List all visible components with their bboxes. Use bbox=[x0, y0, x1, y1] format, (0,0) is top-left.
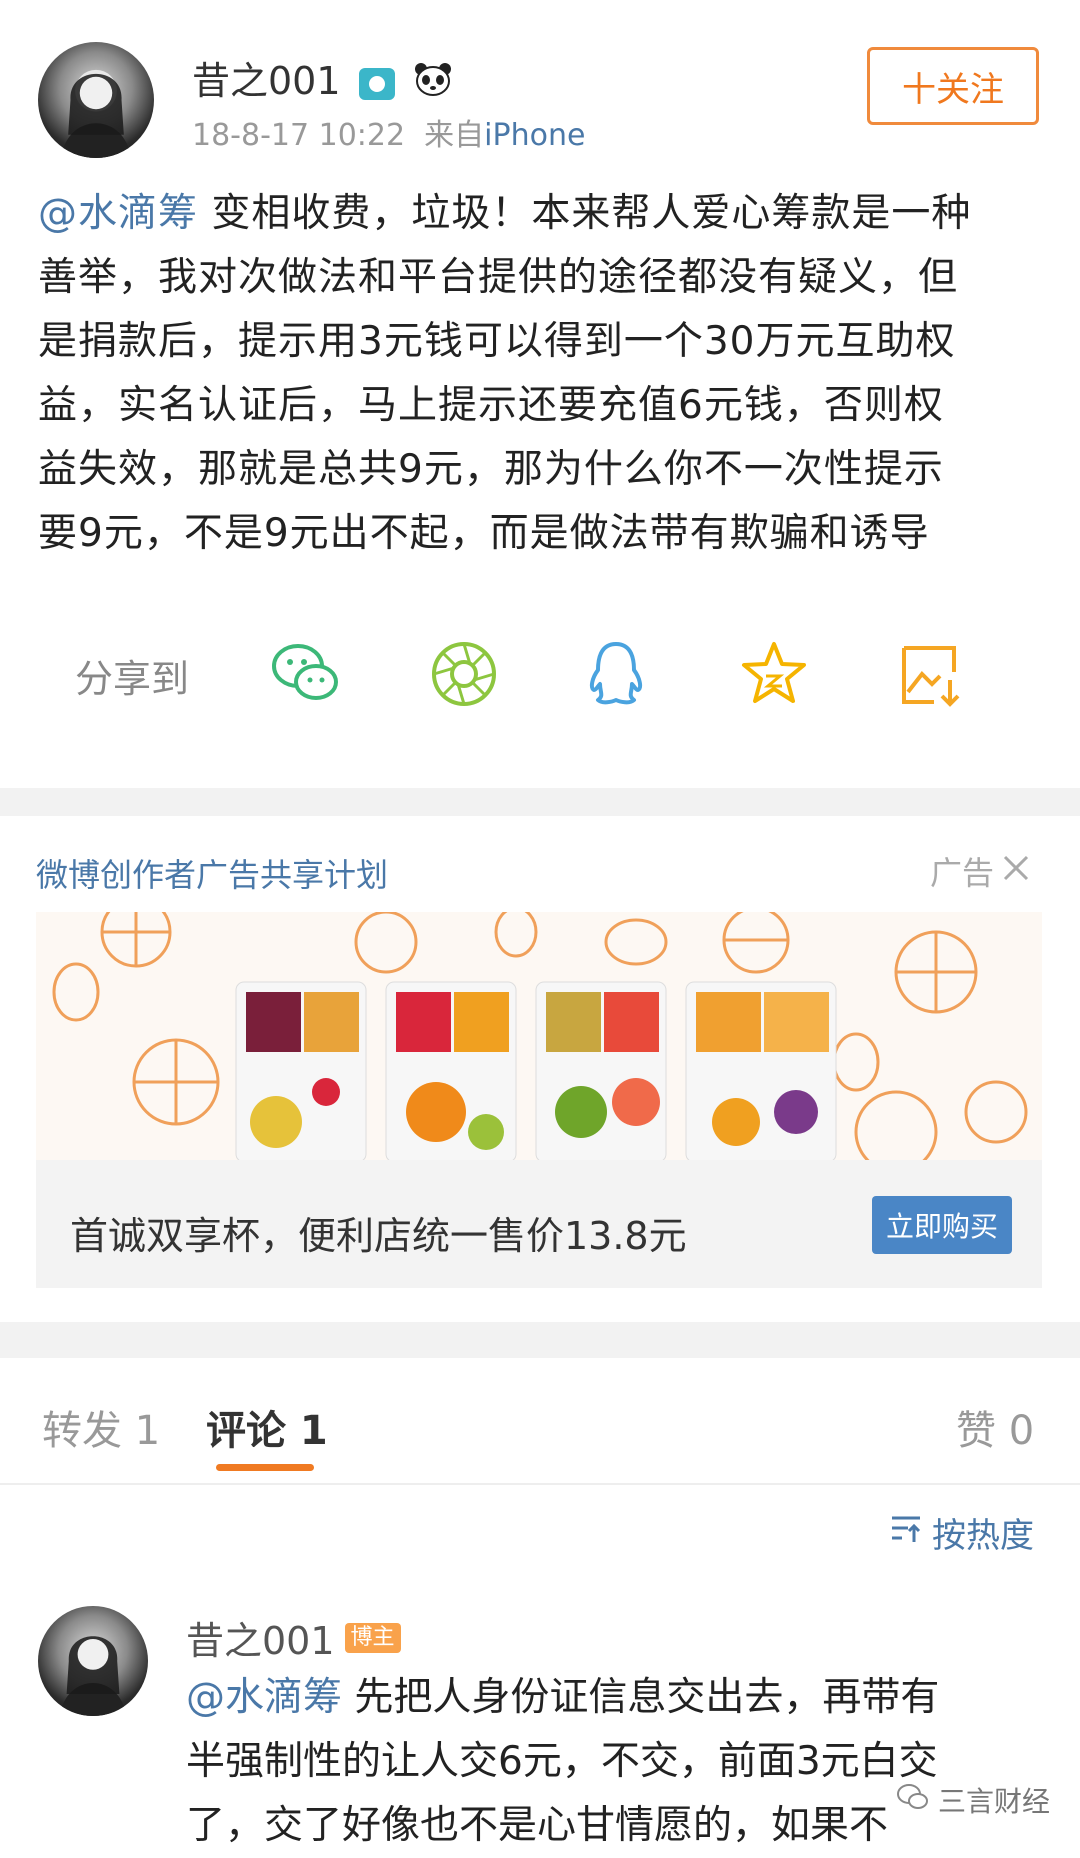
post-line: 要9元，不是9元出不起，而是做法带有欺骗和诱导 bbox=[38, 511, 930, 556]
ad-banner-image[interactable] bbox=[36, 912, 1042, 1160]
post-mention-link[interactable]: @水滴筹 bbox=[38, 191, 198, 236]
panda-badge-icon bbox=[413, 61, 453, 106]
save-image-icon[interactable] bbox=[894, 636, 970, 712]
sort-by-hot-button[interactable]: 按热度 bbox=[890, 1508, 1034, 1557]
post-timestamp: 18-8-17 10:22 bbox=[192, 118, 406, 153]
post-line: 是捐款后，提示用3元钱可以得到一个30万元互助权 bbox=[38, 319, 956, 364]
tab-comment[interactable]: 评论 1 bbox=[206, 1398, 328, 1456]
post-line: 变相收费，垃圾！本来帮人爱心筹款是一种 bbox=[198, 191, 972, 236]
comment-line: 半强制性的让人交6元，不交，前面3元白交 bbox=[186, 1739, 938, 1784]
tab-comment-label: 评论 1 bbox=[206, 1408, 328, 1454]
tab-repost-label: 转发 1 bbox=[42, 1408, 161, 1454]
post-line: 益失效，那就是总共9元，那为什么你不一次性提示 bbox=[38, 447, 944, 492]
section-divider bbox=[0, 788, 1080, 816]
active-tab-indicator bbox=[216, 1464, 314, 1471]
tab-repost[interactable]: 转发 1 bbox=[42, 1398, 160, 1456]
tab-like[interactable]: 赞 0 bbox=[956, 1398, 1034, 1456]
sort-icon bbox=[890, 1513, 922, 1553]
moments-icon[interactable] bbox=[426, 636, 502, 712]
author-avatar[interactable] bbox=[38, 42, 154, 158]
comment-line: 了，交了好像也不是心甘情愿的，如果不 bbox=[186, 1803, 889, 1848]
ad-program-title[interactable]: 微博创作者广告共享计划 bbox=[36, 850, 388, 896]
watermark-text: 三言财经 bbox=[938, 1785, 1051, 1818]
buy-now-button[interactable]: 立即购买 bbox=[872, 1196, 1012, 1254]
post-line: 益，实名认证后，马上提示还要充值6元钱，否则权 bbox=[38, 383, 944, 428]
close-icon[interactable] bbox=[1002, 852, 1030, 890]
commenter-avatar[interactable] bbox=[38, 1606, 148, 1716]
section-divider bbox=[0, 1322, 1080, 1358]
follow-button[interactable]: 十关注 bbox=[867, 47, 1039, 125]
post-meta: 18-8-17 10:22 来自iPhone bbox=[192, 110, 585, 154]
comment-body: @水滴筹 先把人身份证信息交出去，再带有 半强制性的让人交6元，不交，前面3元白… bbox=[186, 1666, 1026, 1858]
follow-label: 十关注 bbox=[902, 69, 1004, 110]
share-label: 分享到 bbox=[75, 657, 190, 701]
author-name-text[interactable]: 昔之001 bbox=[192, 59, 341, 103]
camera-badge-icon bbox=[358, 67, 395, 100]
commenter-name-text[interactable]: 昔之001 bbox=[186, 1610, 335, 1665]
wechat-logo-icon bbox=[896, 1782, 930, 1819]
buy-now-label: 立即购买 bbox=[885, 1210, 998, 1243]
author-name[interactable]: 昔之001 bbox=[192, 50, 453, 106]
post-body: @水滴筹 变相收费，垃圾！本来帮人爱心筹款是一种 善举，我对次做法和平台提供的途… bbox=[38, 182, 1048, 566]
post-line: 善举，我对次做法和平台提供的途径都没有疑义，但 bbox=[38, 255, 959, 300]
comment-mention-link[interactable]: @水滴筹 bbox=[186, 1675, 342, 1720]
watermark: 三言财经 bbox=[896, 1780, 1050, 1820]
tab-like-label: 赞 0 bbox=[956, 1408, 1035, 1454]
favorite-icon[interactable] bbox=[736, 636, 812, 712]
comment-line: 先把人身份证信息交出去，再带有 bbox=[342, 1675, 940, 1720]
qq-icon[interactable] bbox=[578, 636, 654, 712]
wechat-icon[interactable] bbox=[268, 636, 344, 712]
ad-tag-label: 广告 bbox=[930, 854, 995, 892]
post-source[interactable]: iPhone bbox=[484, 118, 585, 153]
post-source-prefix: 来自 bbox=[424, 118, 485, 153]
sort-label: 按热度 bbox=[932, 1516, 1034, 1556]
ad-tag[interactable]: 广告 bbox=[930, 848, 1030, 894]
tabs-divider bbox=[0, 1483, 1080, 1485]
author-badge: 博主 bbox=[344, 1622, 401, 1653]
ad-description[interactable]: 首诚双享杯，便利店统一售价13.8元 bbox=[70, 1205, 687, 1260]
commenter-name[interactable]: 昔之001 博主 bbox=[186, 1610, 401, 1665]
